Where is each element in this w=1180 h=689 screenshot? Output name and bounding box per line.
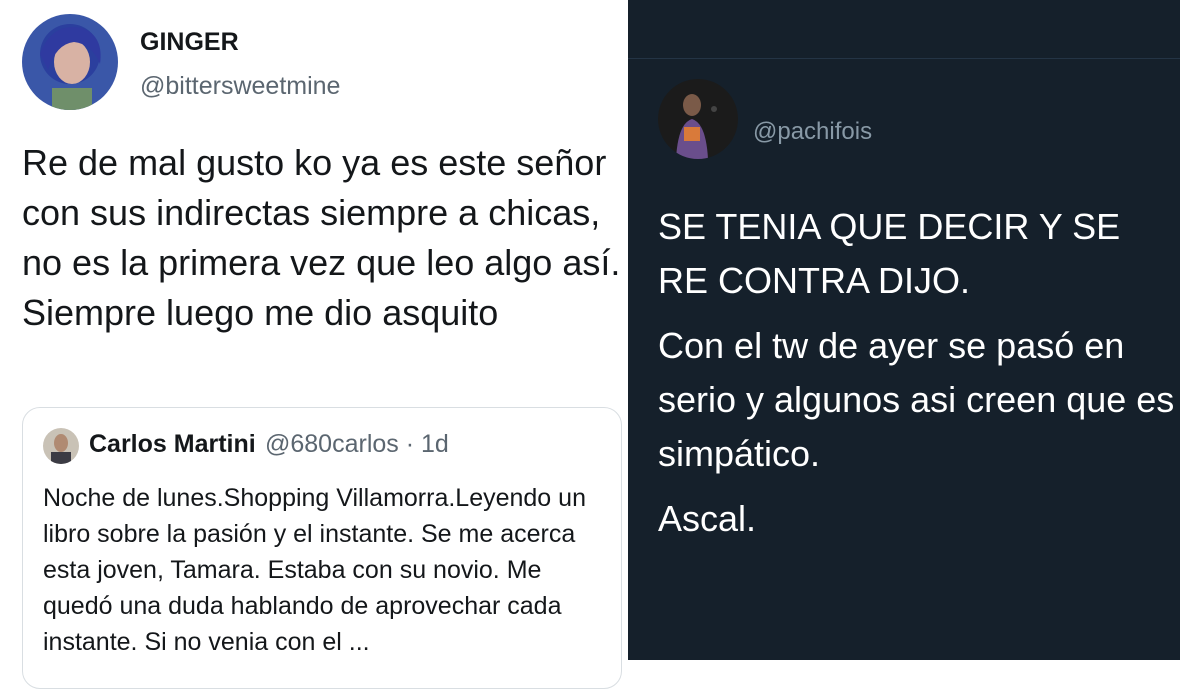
left-tweet-screenshot: GINGER @bittersweetmine Re de mal gusto … — [0, 0, 628, 689]
author-handle[interactable]: @bittersweetmine — [140, 72, 340, 101]
quoted-author-avatar[interactable] — [43, 428, 79, 464]
tweet-paragraph-2: Con el tw de ayer se pasó en serio y alg… — [658, 325, 1175, 474]
right-tweet-screenshot: @pachifois SE TENIA QUE DECIR Y SE RE CO… — [628, 0, 1180, 660]
quoted-author-handle-time[interactable]: @680carlos · 1d — [265, 430, 449, 459]
tweet-text: Re de mal gusto ko ya es este señor con … — [22, 142, 621, 333]
author-handle[interactable]: @pachifois — [753, 118, 872, 146]
tweet-paragraph-3: Ascal. — [658, 498, 757, 539]
tweet-paragraph-1: SE TENIA QUE DECIR Y SE RE CONTRA DIJO. — [658, 206, 1121, 301]
pachifois-avatar[interactable] — [658, 79, 738, 159]
quoted-author-name[interactable]: Carlos Martini — [89, 430, 256, 459]
quoted-tweet-text: Noche de lunes.Shopping Villamorra.Leyen… — [43, 484, 586, 656]
divider — [628, 58, 1180, 59]
ginger-avatar[interactable] — [22, 14, 118, 110]
quoted-tweet-card[interactable]: Carlos Martini @680carlos · 1d Noche de … — [22, 407, 622, 689]
author-name[interactable]: GINGER — [140, 28, 239, 57]
